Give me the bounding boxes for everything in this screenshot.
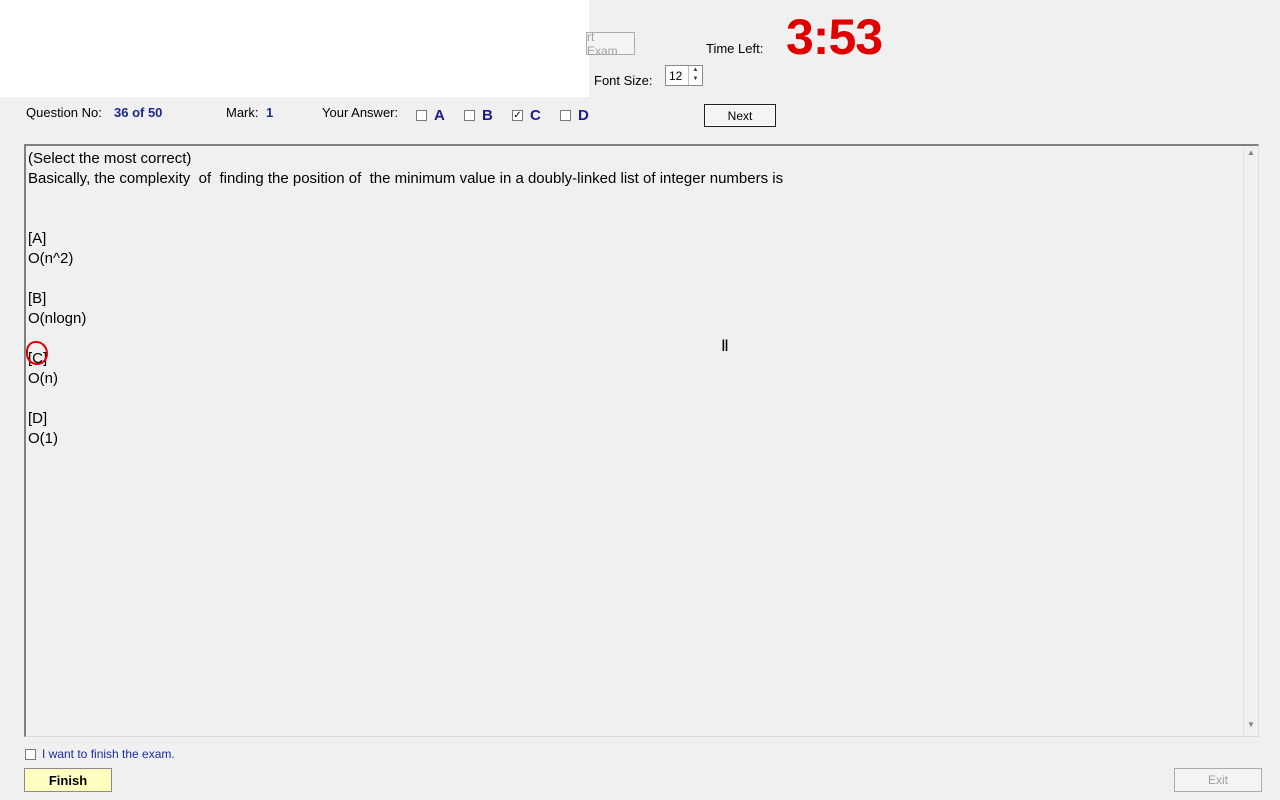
mark-label: Mark: — [226, 105, 259, 120]
option-b-label: [B] — [28, 290, 47, 307]
finish-exam-checkbox[interactable] — [25, 749, 36, 760]
next-button[interactable]: Next — [704, 104, 776, 127]
finish-exam-checkbox-label: I want to finish the exam. — [42, 747, 175, 761]
answer-letter-c: C — [530, 107, 541, 124]
answer-checkbox-b[interactable] — [464, 110, 475, 121]
answer-letter-a: A — [434, 107, 445, 124]
question-line — [28, 189, 1238, 209]
red-circle-annotation — [26, 341, 48, 365]
checkmark-icon: ✓ — [513, 110, 522, 121]
answer-letter-b: B — [482, 107, 493, 124]
blank-panel — [0, 0, 589, 97]
mark-value: 1 — [266, 105, 274, 120]
countdown-timer: 3:53 — [786, 9, 883, 65]
question-line — [28, 329, 1238, 349]
option-d-label: [D] — [28, 410, 48, 427]
question-text: (Select the most correct) Basically, the… — [28, 149, 1238, 449]
question-no-label: Question No: — [26, 105, 102, 120]
option-c-text: O(n) — [28, 370, 58, 387]
answer-letter-d: D — [578, 107, 589, 124]
question-line: Basically, the complexity of finding the… — [28, 170, 784, 187]
answer-checkbox-d[interactable] — [560, 110, 571, 121]
font-size-value: 12 — [669, 69, 683, 83]
answer-checkbox-c[interactable]: ✓ — [512, 110, 523, 121]
finish-button[interactable]: Finish — [24, 768, 112, 792]
time-left-label: Time Left: — [706, 41, 764, 56]
exit-button[interactable]: Exit — [1174, 768, 1262, 792]
question-line: (Select the most correct) — [28, 150, 192, 167]
scroll-down-icon[interactable]: ▼ — [1244, 720, 1258, 734]
option-c-label: [C] — [28, 350, 48, 367]
question-line — [28, 389, 1238, 409]
option-a-text: O(n^2) — [28, 250, 74, 267]
question-line — [28, 209, 1238, 229]
chevron-down-icon[interactable]: ▼ — [689, 75, 702, 84]
answer-checkbox-a[interactable] — [416, 110, 427, 121]
option-d-text: O(1) — [28, 430, 58, 447]
your-answer-label: Your Answer: — [322, 105, 399, 120]
vertical-scrollbar[interactable]: ▲ ▼ — [1243, 146, 1258, 736]
font-size-stepper[interactable]: 12 ▲ ▼ — [665, 65, 703, 86]
start-exam-button[interactable]: rt Exam — [586, 30, 635, 58]
question-text-area[interactable]: (Select the most correct) Basically, the… — [24, 144, 1259, 737]
question-no-value: 36 of 50 — [114, 105, 163, 120]
font-size-label: Font Size: — [594, 73, 653, 88]
text-cursor-icon: Ⅱ — [721, 338, 729, 355]
option-a-label: [A] — [28, 230, 47, 247]
chevron-up-icon[interactable]: ▲ — [689, 66, 702, 75]
scroll-up-icon[interactable]: ▲ — [1244, 148, 1258, 162]
option-b-text: O(nlogn) — [28, 310, 87, 327]
question-line — [28, 269, 1238, 289]
